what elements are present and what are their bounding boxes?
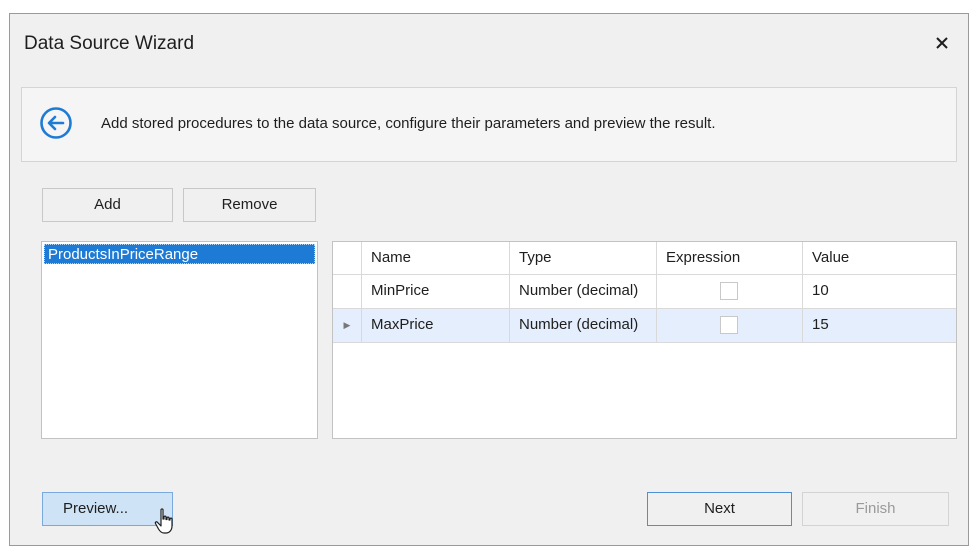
column-header-type[interactable]: Type bbox=[510, 242, 657, 274]
grid-header-row: Name Type Expression Value bbox=[333, 242, 956, 275]
column-header-expression[interactable]: Expression bbox=[657, 242, 803, 274]
title-bar: Data Source Wizard bbox=[10, 14, 968, 76]
add-button[interactable]: Add bbox=[42, 188, 173, 222]
expression-checkbox[interactable] bbox=[720, 316, 738, 334]
wizard-description: Add stored procedures to the data source… bbox=[101, 115, 716, 132]
list-item-products-in-price-range[interactable]: ProductsInPriceRange bbox=[44, 244, 315, 264]
param-value-cell[interactable]: 15 bbox=[803, 309, 956, 342]
param-expression-cell[interactable] bbox=[657, 309, 803, 342]
table-row[interactable]: ▶ MaxPrice Number (decimal) 15 bbox=[333, 309, 956, 343]
row-indicator-arrow-icon: ▶ bbox=[333, 309, 362, 342]
row-indicator-header bbox=[333, 242, 362, 274]
param-name-cell[interactable]: MinPrice bbox=[362, 275, 510, 308]
back-arrow-icon[interactable] bbox=[39, 106, 73, 140]
column-header-value[interactable]: Value bbox=[803, 242, 956, 274]
param-type-cell[interactable]: Number (decimal) bbox=[510, 275, 657, 308]
param-type-cell[interactable]: Number (decimal) bbox=[510, 309, 657, 342]
remove-button[interactable]: Remove bbox=[183, 188, 316, 222]
table-row[interactable]: MinPrice Number (decimal) 10 bbox=[333, 275, 956, 309]
next-button[interactable]: Next bbox=[647, 492, 792, 526]
description-panel: Add stored procedures to the data source… bbox=[21, 87, 957, 162]
finish-button: Finish bbox=[802, 492, 949, 526]
wizard-window: Data Source Wizard Add stored procedures… bbox=[9, 13, 969, 546]
stored-procedures-list[interactable]: ProductsInPriceRange bbox=[41, 241, 318, 439]
column-header-name[interactable]: Name bbox=[362, 242, 510, 274]
parameters-grid: Name Type Expression Value MinPrice Numb… bbox=[332, 241, 957, 439]
mouse-pointer-icon bbox=[153, 507, 177, 535]
param-value-cell[interactable]: 10 bbox=[803, 275, 956, 308]
expression-checkbox[interactable] bbox=[720, 282, 738, 300]
param-expression-cell[interactable] bbox=[657, 275, 803, 308]
window-title: Data Source Wizard bbox=[24, 33, 195, 54]
row-indicator bbox=[333, 275, 362, 308]
param-name-cell[interactable]: MaxPrice bbox=[362, 309, 510, 342]
close-icon[interactable] bbox=[934, 32, 950, 54]
